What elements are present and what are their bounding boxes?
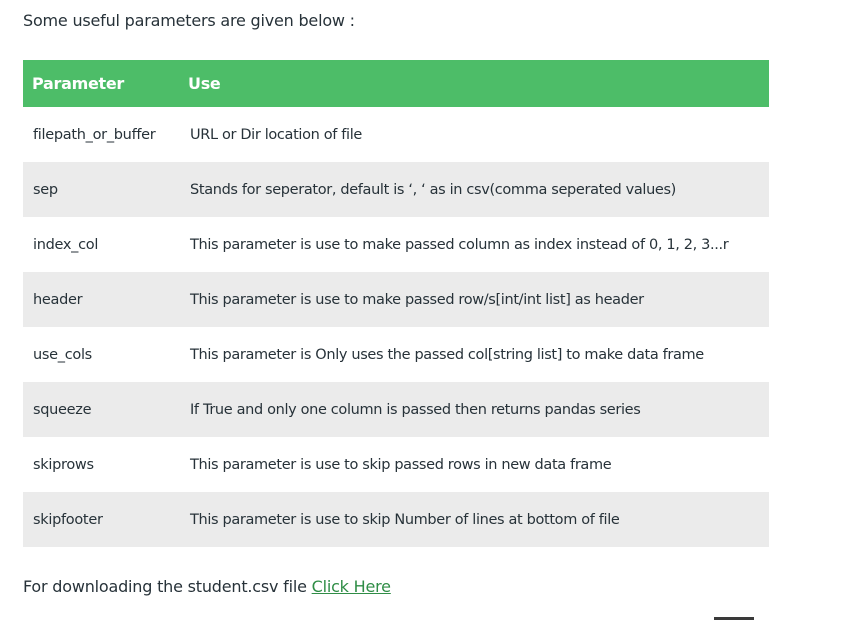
- table-row: header This parameter is use to make pas…: [23, 272, 769, 327]
- download-text: For downloading the student.csv file: [23, 577, 307, 596]
- param-name: header: [33, 291, 83, 308]
- table-header-row: Parameter Use: [23, 60, 769, 107]
- parameters-table: Parameter Use filepath_or_buffer URL or …: [23, 60, 769, 547]
- param-use: This parameter is Only uses the passed c…: [190, 346, 704, 363]
- param-use: This parameter is use to make passed col…: [190, 236, 729, 253]
- param-use: Stands for seperator, default is ‘, ‘ as…: [190, 181, 676, 198]
- table-row: sep Stands for seperator, default is ‘, …: [23, 162, 769, 217]
- intro-text: Some useful parameters are given below :: [23, 11, 355, 30]
- param-use: If True and only one column is passed th…: [190, 401, 641, 418]
- table-row: use_cols This parameter is Only uses the…: [23, 327, 769, 382]
- param-name: skiprows: [33, 456, 94, 473]
- header-parameter: Parameter: [32, 74, 124, 93]
- table-row: index_col This parameter is use to make …: [23, 217, 769, 272]
- param-use: URL or Dir location of file: [190, 126, 362, 143]
- param-use: This parameter is use to make passed row…: [190, 291, 644, 308]
- param-name: skipfooter: [33, 511, 103, 528]
- param-use: This parameter is use to skip Number of …: [190, 511, 620, 528]
- param-name: sep: [33, 181, 58, 198]
- table-body: filepath_or_buffer URL or Dir location o…: [23, 107, 769, 547]
- param-name: filepath_or_buffer: [33, 126, 156, 143]
- click-here-link[interactable]: Click Here: [312, 577, 391, 596]
- param-name: use_cols: [33, 346, 92, 363]
- table-row: squeeze If True and only one column is p…: [23, 382, 769, 437]
- table-row: skiprows This parameter is use to skip p…: [23, 437, 769, 492]
- table-row: filepath_or_buffer URL or Dir location o…: [23, 107, 769, 162]
- table-row: skipfooter This parameter is use to skip…: [23, 492, 769, 547]
- table-header: Parameter Use: [23, 60, 769, 107]
- param-use: This parameter is use to skip passed row…: [190, 456, 612, 473]
- param-name: squeeze: [33, 401, 92, 418]
- header-use: Use: [188, 74, 221, 93]
- param-name: index_col: [33, 236, 99, 253]
- download-line: For downloading the student.csv file Cli…: [23, 576, 391, 598]
